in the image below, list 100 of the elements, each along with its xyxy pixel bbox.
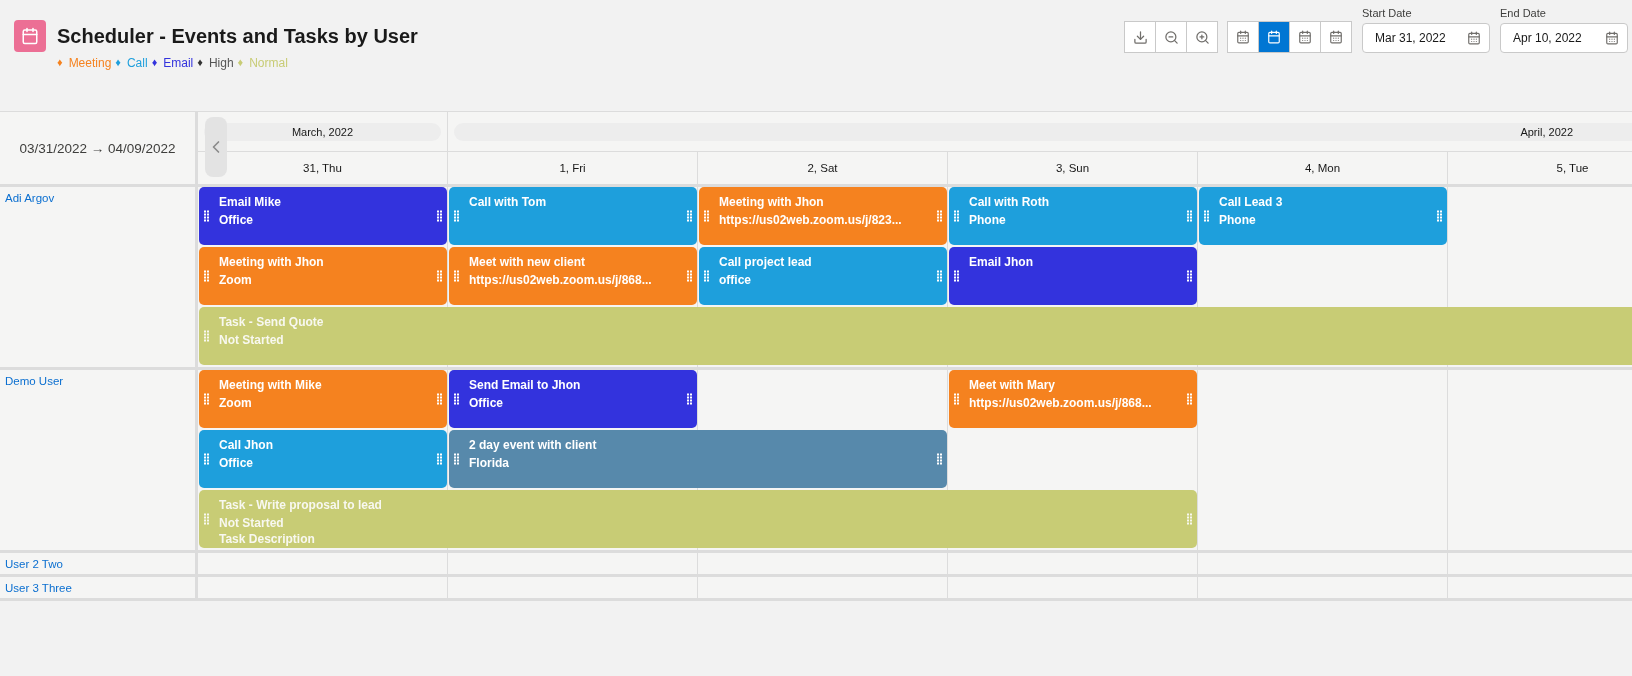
- drag-handle-icon[interactable]: [704, 270, 709, 282]
- drag-handle-icon[interactable]: [204, 270, 209, 282]
- meeting-card[interactable]: Meeting with Jhon https://us02web.zoom.us/j/823...: [699, 187, 947, 245]
- drag-handle-icon[interactable]: [687, 393, 692, 405]
- drag-handle-icon[interactable]: [687, 210, 692, 222]
- drag-handle-icon[interactable]: [937, 453, 942, 465]
- event-detail: Zoom: [219, 272, 252, 288]
- drag-handle-icon[interactable]: [204, 453, 209, 465]
- call-card[interactable]: Call with Roth Phone: [949, 187, 1197, 245]
- event-title: Email Jhon: [969, 254, 1033, 271]
- event-title: Email Mike: [219, 194, 282, 211]
- view-button[interactable]: [1320, 21, 1352, 53]
- legend-label: Normal: [249, 56, 288, 70]
- event-title: Meeting with Jhon: [219, 254, 324, 271]
- meeting-card[interactable]: Meeting with Mike Zoom: [199, 370, 447, 428]
- drag-handle-icon[interactable]: [454, 210, 459, 222]
- date-field[interactable]: Apr 10, 2022: [1500, 23, 1628, 53]
- calendar-icon: [1267, 30, 1281, 44]
- download-button[interactable]: [1124, 21, 1156, 53]
- calendar-icon: [1467, 31, 1481, 45]
- event-title: Meeting with Jhon: [719, 194, 824, 211]
- email-card[interactable]: Email Jhon: [949, 247, 1197, 305]
- call-card[interactable]: Call with Tom: [449, 187, 697, 245]
- diamond-marker: ♦: [57, 56, 63, 70]
- user-name[interactable]: User 2 Two: [0, 553, 198, 574]
- email-card[interactable]: Send Email to Jhon Office: [449, 370, 697, 428]
- legend-label: Call: [126, 56, 148, 70]
- event-title: Call Lead 3: [1219, 194, 1283, 211]
- event-detail: Phone: [1219, 212, 1256, 228]
- meeting-card[interactable]: Meet with Mary https://us02web.zoom.us/j/868...: [949, 370, 1197, 428]
- legend-label: Meeting: [68, 56, 112, 70]
- drag-handle-icon[interactable]: [937, 270, 942, 282]
- meeting-card[interactable]: Meeting with Jhon Zoom: [199, 247, 447, 305]
- event-card[interactable]: 2 day event with client Florida: [449, 430, 947, 488]
- view-button[interactable]: [1227, 21, 1259, 53]
- view-button[interactable]: [1289, 21, 1321, 53]
- drag-handle-icon[interactable]: [1187, 270, 1192, 282]
- drag-handle-icon[interactable]: [437, 270, 442, 282]
- drag-handle-icon[interactable]: [204, 210, 209, 222]
- event-detail: https://us02web.zoom.us/j/868...: [969, 395, 1152, 411]
- day-header: 3, Sun: [948, 152, 1198, 184]
- month-header: April, 2022: [448, 112, 1632, 152]
- event-detail: Office: [219, 212, 253, 228]
- event-detail: office: [719, 272, 751, 288]
- drag-handle-icon[interactable]: [1204, 210, 1209, 222]
- drag-handle-icon[interactable]: [954, 393, 959, 405]
- download-icon: [1132, 29, 1148, 45]
- event-detail: Task Description: [219, 531, 315, 547]
- zoom-in-button[interactable]: [1186, 21, 1218, 53]
- call-card[interactable]: Call project lead office: [699, 247, 947, 305]
- event-detail: https://us02web.zoom.us/j/868...: [469, 272, 652, 288]
- event-detail: Phone: [969, 212, 1006, 228]
- event-detail: Not Started: [219, 515, 284, 531]
- date-field[interactable]: Mar 31, 2022: [1362, 23, 1490, 53]
- drag-handle-icon[interactable]: [437, 393, 442, 405]
- drag-handle-icon[interactable]: [204, 393, 209, 405]
- task-card[interactable]: Task - Send Quote Not Started: [199, 307, 1632, 365]
- legend-label: High: [208, 56, 234, 70]
- day-header: 2, Sat: [698, 152, 948, 184]
- day-header: 1, Fri: [448, 152, 698, 184]
- drag-handle-icon[interactable]: [687, 270, 692, 282]
- diamond-marker: ♦: [115, 56, 121, 70]
- event-title: Call with Roth: [969, 194, 1049, 211]
- event-title: Task - Write proposal to lead: [219, 497, 382, 514]
- task-card[interactable]: Task - Write proposal to lead Not Started Task Description: [199, 490, 1197, 548]
- month-header: March, 2022: [198, 112, 448, 152]
- event-detail: Not Started: [219, 332, 284, 348]
- drag-handle-icon[interactable]: [1187, 393, 1192, 405]
- event-detail: https://us02web.zoom.us/j/823...: [719, 212, 902, 228]
- drag-handle-icon[interactable]: [1437, 210, 1442, 222]
- drag-handle-icon[interactable]: [1187, 513, 1192, 525]
- call-card[interactable]: Call Lead 3 Phone: [1199, 187, 1447, 245]
- drag-handle-icon[interactable]: [454, 393, 459, 405]
- day-header: 31, Thu: [198, 152, 448, 184]
- drag-handle-icon[interactable]: [954, 210, 959, 222]
- drag-handle-icon[interactable]: [704, 210, 709, 222]
- drag-handle-icon[interactable]: [937, 210, 942, 222]
- drag-handle-icon[interactable]: [954, 270, 959, 282]
- call-card[interactable]: Call Jhon Office: [199, 430, 447, 488]
- event-title: Meet with new client: [469, 254, 585, 271]
- zoom-out-icon: [1163, 29, 1179, 45]
- meeting-card[interactable]: Meet with new client https://us02web.zoom.us/j/868...: [449, 247, 697, 305]
- drag-handle-icon[interactable]: [204, 330, 209, 342]
- drag-handle-icon[interactable]: [454, 453, 459, 465]
- email-card[interactable]: Email Mike Office: [199, 187, 447, 245]
- zoom-in-icon: [1194, 29, 1210, 45]
- day-header: 4, Mon: [1198, 152, 1448, 184]
- user-name[interactable]: User 3 Three: [0, 577, 198, 598]
- app-icon: [14, 20, 46, 52]
- zoom-out-button[interactable]: [1155, 21, 1187, 53]
- event-title: 2 day event with client: [469, 437, 597, 454]
- drag-handle-icon[interactable]: [204, 513, 209, 525]
- page-title: Scheduler - Events and Tasks by User: [57, 24, 418, 49]
- drag-handle-icon[interactable]: [437, 210, 442, 222]
- drag-handle-icon[interactable]: [1187, 210, 1192, 222]
- drag-handle-icon[interactable]: [454, 270, 459, 282]
- view-button[interactable]: [1258, 21, 1290, 53]
- legend-label: Email: [163, 56, 194, 70]
- event-title: Meeting with Mike: [219, 377, 322, 394]
- drag-handle-icon[interactable]: [437, 453, 442, 465]
